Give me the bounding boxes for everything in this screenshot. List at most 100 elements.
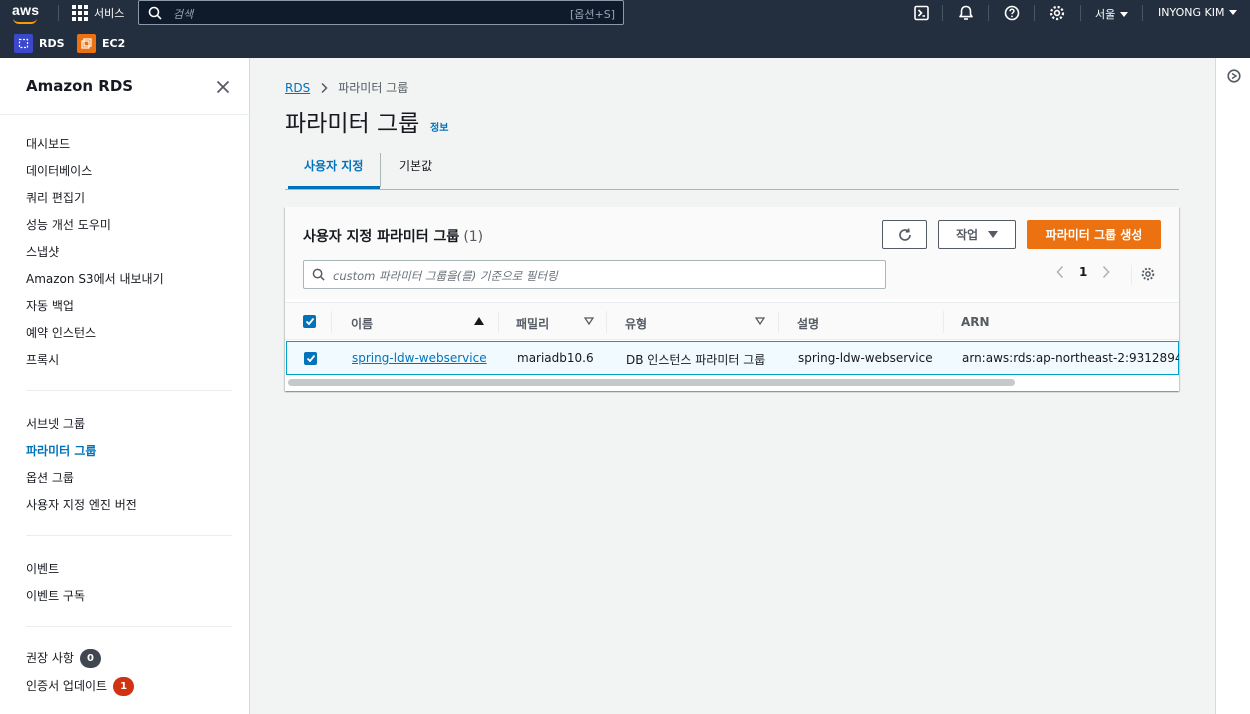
item-count: (1) [463, 229, 484, 245]
column-divider [498, 311, 499, 333]
account-menu[interactable]: INYONG KIM [1158, 6, 1238, 19]
help-icon[interactable] [1003, 4, 1021, 22]
sidebar-title: Amazon RDS [26, 77, 134, 95]
column-divider [606, 311, 607, 333]
bell-icon[interactable] [957, 4, 975, 22]
chevron-right-icon[interactable] [1101, 265, 1111, 279]
sidebar-item-subnet-groups[interactable]: 서브넷 그룹 [26, 415, 85, 432]
search-placeholder: 검색 [173, 8, 194, 21]
sidebar-item-query-editor[interactable]: 쿼리 편집기 [26, 189, 85, 206]
sidebar-item-reserved-instances[interactable]: 예약 인스턴스 [26, 324, 96, 341]
sidebar-item-certificate-update[interactable]: 인증서 업데이트 1 [26, 677, 135, 696]
active-tab-indicator [288, 186, 380, 189]
sort-icon[interactable] [584, 317, 594, 325]
column-divider [778, 311, 779, 333]
divider [1080, 5, 1081, 21]
sidebar-item-snapshots[interactable]: 스냅샷 [26, 243, 59, 260]
favorite-label: RDS [39, 37, 65, 50]
sidebar-item-custom-engine-versions[interactable]: 사용자 지정 엔진 버전 [26, 496, 137, 513]
actions-dropdown-button[interactable]: 작업 [938, 220, 1016, 249]
breadcrumb: RDS 파라미터 그룹 [285, 79, 408, 96]
column-header-arn[interactable]: ARN [961, 315, 990, 329]
divider [26, 626, 232, 627]
sidebar-item-performance-insights[interactable]: 성능 개선 도우미 [26, 216, 111, 233]
cell-name: spring-ldw-webservice [352, 351, 487, 365]
divider [26, 390, 232, 391]
search-icon [148, 6, 162, 20]
refresh-button[interactable] [882, 220, 927, 249]
select-all-checkbox[interactable] [303, 315, 316, 328]
count-badge: 1 [113, 677, 135, 696]
caret-down-icon [988, 230, 999, 238]
gear-icon[interactable] [1140, 266, 1156, 282]
column-header-family[interactable]: 패밀리 [516, 315, 549, 332]
refresh-icon [898, 228, 911, 241]
grid-icon [72, 5, 88, 21]
info-link[interactable]: 정보 [430, 119, 448, 134]
sidebar-item-events[interactable]: 이벤트 [26, 560, 59, 577]
sidebar-item-label: 권장 사항 [26, 651, 74, 665]
breadcrumb-current: 파라미터 그룹 [338, 81, 409, 95]
caret-down-icon [1229, 10, 1238, 15]
divider [58, 5, 59, 21]
info-panel-icon[interactable] [1226, 68, 1242, 84]
filter-input[interactable]: custom 파라미터 그룹을(를) 기준으로 필터링 [303, 260, 886, 289]
sidebar-item-databases[interactable]: 데이터베이스 [26, 162, 92, 179]
favorite-ec2[interactable]: EC2 [77, 34, 125, 53]
page-number[interactable]: 1 [1079, 265, 1087, 279]
row-checkbox[interactable] [304, 352, 317, 365]
divider [988, 5, 989, 21]
filter-placeholder: custom 파라미터 그룹을(를) 기준으로 필터링 [333, 269, 558, 283]
sidebar-item-option-groups[interactable]: 옵션 그룹 [26, 469, 74, 486]
column-header-description[interactable]: 설명 [797, 315, 819, 332]
search-icon [312, 268, 325, 281]
horizontal-scrollbar[interactable] [285, 376, 1179, 388]
divider [942, 5, 943, 21]
table-row[interactable]: spring-ldw-webservice mariadb10.6 DB 인스턴… [286, 341, 1179, 375]
sidebar-item-automated-backups[interactable]: 자동 백업 [26, 297, 74, 314]
cell-family: mariadb10.6 [517, 351, 594, 365]
services-menu-button[interactable]: 서비스 [72, 4, 124, 22]
divider [380, 153, 381, 187]
pagination: 1 [1055, 265, 1111, 279]
sidebar-item-event-subscriptions[interactable]: 이벤트 구독 [26, 587, 85, 604]
side-navigation: Amazon RDS 대시보드 데이터베이스 쿼리 편집기 성능 개선 도우미 … [0, 58, 250, 714]
sidebar-item-proxies[interactable]: 프록시 [26, 351, 59, 368]
favorite-rds[interactable]: RDS [14, 34, 65, 53]
chevron-right-icon [321, 82, 328, 93]
tab-default[interactable]: 기본값 [399, 157, 432, 174]
parameter-group-link[interactable]: spring-ldw-webservice [352, 351, 487, 365]
divider [1034, 5, 1035, 21]
create-parameter-group-button[interactable]: 파라미터 그룹 생성 [1027, 220, 1161, 249]
top-navigation: aws 서비스 검색 [옵션+S] 서울 INYONG KIM RDS EC2 [0, 0, 1250, 58]
sidebar-item-dashboard[interactable]: 대시보드 [26, 135, 70, 152]
ec2-service-icon [77, 34, 96, 53]
page-title: 파라미터 그룹 [285, 111, 420, 137]
search-input[interactable]: 검색 [옵션+S] [138, 0, 624, 25]
count-badge: 0 [79, 649, 101, 668]
aws-logo[interactable]: aws [12, 2, 39, 24]
sidebar-item-parameter-groups[interactable]: 파라미터 그룹 [26, 442, 96, 459]
tab-custom[interactable]: 사용자 지정 [304, 157, 363, 174]
sort-ascending-icon[interactable] [474, 317, 484, 325]
gear-icon[interactable] [1048, 4, 1066, 22]
close-icon[interactable] [214, 78, 232, 96]
divider [1142, 5, 1143, 21]
column-header-name[interactable]: 이름 [351, 315, 373, 332]
sidebar-item-exports-s3[interactable]: Amazon S3에서 내보내기 [26, 270, 164, 287]
cell-arn: arn:aws:rds:ap-northeast-2:931289442 [962, 351, 1179, 365]
scrollbar-thumb[interactable] [288, 379, 1015, 386]
sort-icon[interactable] [755, 317, 765, 325]
rds-service-icon [14, 34, 33, 53]
cloudshell-icon[interactable] [913, 4, 931, 22]
caret-down-icon [1120, 11, 1129, 17]
column-divider [943, 311, 944, 333]
breadcrumb-rds-link[interactable]: RDS [285, 81, 310, 95]
column-header-type[interactable]: 유형 [625, 315, 647, 332]
sidebar-item-recommendations[interactable]: 권장 사항 0 [26, 649, 101, 668]
divider [1131, 265, 1132, 285]
cell-type: DB 인스턴스 파라미터 그룹 [626, 353, 766, 367]
region-selector[interactable]: 서울 [1095, 6, 1129, 22]
chevron-left-icon[interactable] [1055, 265, 1065, 279]
search-shortcut: [옵션+S] [569, 8, 615, 21]
